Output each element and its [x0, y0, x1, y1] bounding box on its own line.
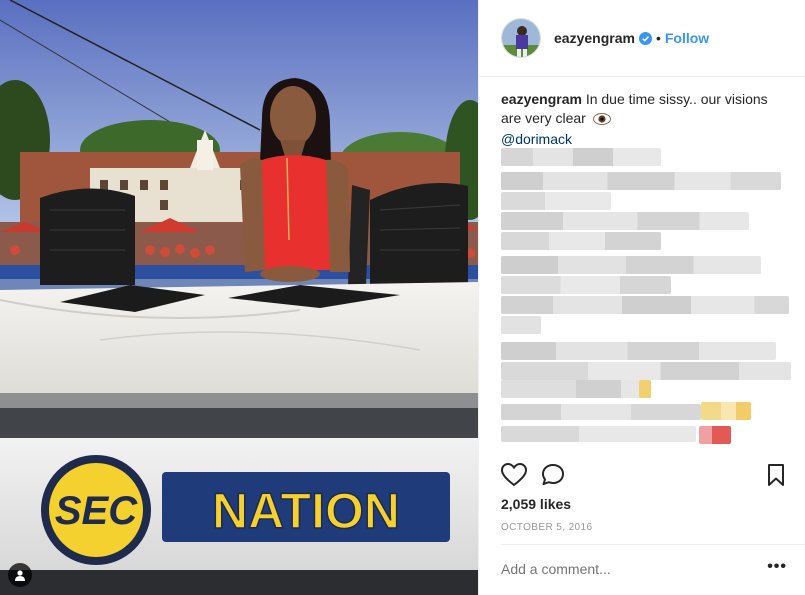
header-username[interactable]: eazyengram	[554, 30, 635, 46]
follow-button[interactable]: Follow	[665, 30, 709, 46]
avatar[interactable]	[501, 18, 541, 58]
list-item[interactable]	[501, 296, 789, 314]
more-options-button[interactable]: •••	[767, 559, 787, 575]
list-item	[701, 402, 751, 420]
header-separator: •	[655, 30, 661, 46]
list-item[interactable]	[501, 404, 701, 420]
list-item[interactable]	[501, 148, 661, 166]
caption-username[interactable]: eazyengram	[501, 91, 582, 107]
list-item[interactable]	[501, 380, 651, 398]
like-count[interactable]: 2,059 likes	[501, 496, 571, 512]
photo-scene: SEC NATION	[0, 0, 478, 595]
caption-mention[interactable]: @dorimack	[501, 130, 791, 149]
verified-icon	[638, 31, 652, 45]
list-item[interactable]	[501, 276, 671, 294]
comment-input[interactable]	[501, 561, 751, 577]
list-item[interactable]	[501, 192, 611, 210]
post-caption: eazyengram In due time sissy.. our visio…	[501, 90, 791, 149]
user-tag-icon[interactable]	[8, 563, 32, 587]
heart-icon[interactable]	[500, 462, 528, 492]
list-item[interactable]	[501, 316, 541, 334]
eye-emoji-icon	[592, 111, 611, 130]
comments-list	[501, 148, 801, 448]
list-item[interactable]	[501, 342, 776, 360]
list-item	[639, 380, 651, 398]
list-item[interactable]	[501, 362, 791, 380]
post-actions	[500, 462, 791, 492]
list-item[interactable]	[501, 256, 761, 274]
desk-logo-sec: SEC	[55, 489, 138, 533]
desk-logo-nation: NATION	[212, 483, 400, 539]
list-item[interactable]	[501, 212, 749, 230]
bookmark-icon[interactable]	[767, 463, 787, 492]
list-item[interactable]	[501, 172, 781, 190]
list-item[interactable]	[501, 426, 696, 442]
post-photo[interactable]: SEC NATION	[0, 0, 478, 595]
comment-icon[interactable]	[541, 463, 567, 492]
divider	[501, 544, 805, 545]
list-item	[699, 426, 731, 444]
post-date[interactable]: OCTOBER 5, 2016	[501, 522, 592, 533]
list-item[interactable]	[501, 232, 661, 250]
post-header: eazyengram • Follow	[479, 0, 805, 77]
post-sidebar: eazyengram • Follow eazyengram In due ti…	[478, 0, 805, 595]
